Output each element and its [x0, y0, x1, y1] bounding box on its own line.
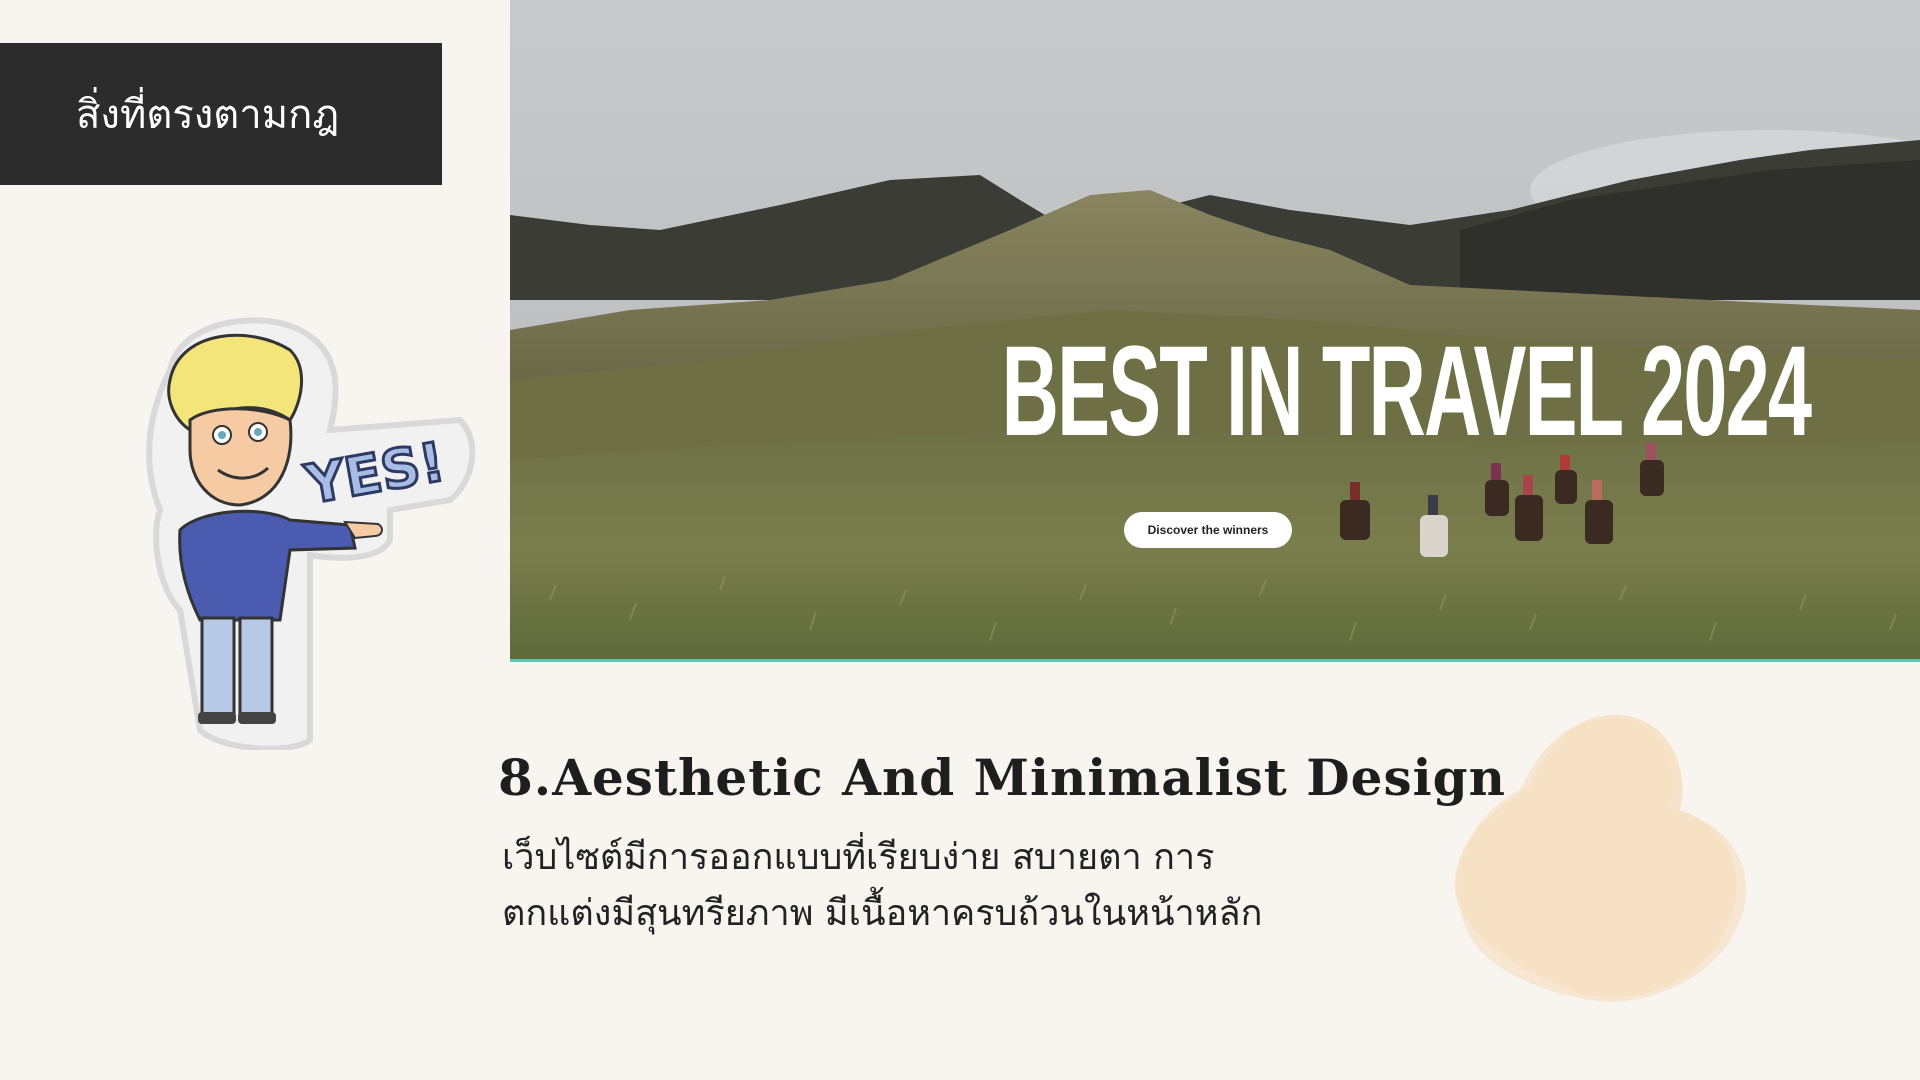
section-body-line: เว็บไซต์มีการออกแบบที่เรียบง่าย สบายตา ก… [502, 837, 1215, 878]
header-box: สิ่งที่ตรงตามกฎ [0, 43, 442, 185]
section-body: เว็บไซต์มีการออกแบบที่เรียบง่าย สบายตา ก… [502, 830, 1402, 942]
hero-image: BEST IN TRAVEL 2024 Discover the winners [510, 0, 1920, 662]
discover-winners-button[interactable]: Discover the winners [1124, 512, 1292, 548]
header-title: สิ่งที่ตรงตามกฎ [76, 92, 340, 138]
cartoon-boy-yes-icon: YES! [146, 317, 476, 750]
hero-headline: BEST IN TRAVEL 2024 [1001, 320, 1812, 463]
section-body-line: ตกแต่งมีสุนทรียภาพ มีเนื้อหาครบถ้วนในหน้… [502, 893, 1263, 934]
section-title: 8.Aesthetic And Minimalist Design [498, 748, 1506, 807]
